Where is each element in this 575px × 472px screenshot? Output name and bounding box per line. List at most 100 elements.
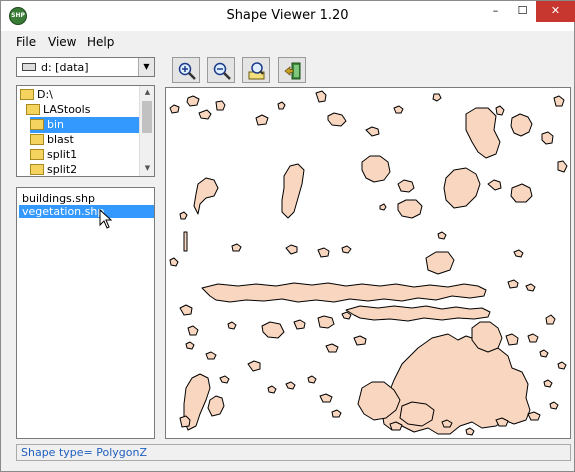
polygon-shape xyxy=(255,114,269,126)
polygon-shape xyxy=(179,304,193,316)
tree-item-lastools[interactable]: LAStools xyxy=(26,102,90,118)
polygon-shape xyxy=(227,321,237,330)
tree-item-label: LAStools xyxy=(43,103,91,116)
tree-scrollbar[interactable]: ▲ ▼ xyxy=(139,86,154,176)
polygon-shape xyxy=(205,351,217,360)
polygon-shape xyxy=(365,126,380,137)
polygon-shape xyxy=(307,375,317,384)
tree-item-label: split2 xyxy=(47,163,78,176)
polygon-shape xyxy=(505,333,519,346)
zoom-in-button[interactable] xyxy=(172,57,200,83)
polygon-shape xyxy=(277,101,286,110)
polygon-shape xyxy=(361,155,391,183)
tree-item-label: split1 xyxy=(47,148,78,161)
polygon-shape xyxy=(345,305,491,322)
polygon-shape xyxy=(432,93,442,102)
file-list[interactable]: buildings.shp vegetation.shp xyxy=(16,187,155,439)
minimize-button[interactable]: – xyxy=(482,1,509,22)
status-bar: Shape type= PolygonZ xyxy=(16,444,571,461)
polygon-shape xyxy=(341,311,352,320)
polygon-shape xyxy=(317,247,330,258)
polygon-shape xyxy=(293,319,306,330)
polygon-shape xyxy=(341,245,352,254)
polygon-map-canvas[interactable] xyxy=(166,88,570,438)
scrollbar-thumb[interactable] xyxy=(142,101,152,133)
tree-item-label: bin xyxy=(47,118,65,131)
folder-icon xyxy=(30,148,44,160)
polygon-shape xyxy=(193,177,219,215)
tree-item-split1[interactable]: split1 xyxy=(30,147,77,163)
polygon-shape xyxy=(397,199,423,219)
polygon-shape xyxy=(510,183,533,203)
maximize-button[interactable]: ☐ xyxy=(509,1,536,22)
scroll-up-icon[interactable]: ▲ xyxy=(140,88,154,96)
map-zoom-icon xyxy=(248,62,265,80)
polygon-shape xyxy=(425,251,455,275)
zoom-extent-button[interactable] xyxy=(242,57,270,83)
file-item-vegetation[interactable]: vegetation.shp xyxy=(19,205,154,218)
polygon-shape xyxy=(169,104,180,114)
scroll-down-icon[interactable]: ▼ xyxy=(140,164,154,172)
tree-item-label: blast xyxy=(47,133,74,146)
polygon-shape xyxy=(353,335,367,346)
menu-file[interactable]: File xyxy=(16,35,36,49)
polygon-shape xyxy=(510,113,533,137)
polygon-shape xyxy=(315,90,327,103)
drive-icon xyxy=(22,63,36,71)
polygon-shape xyxy=(261,321,285,339)
menu-bar: File View Help xyxy=(1,31,574,52)
folder-tree[interactable]: D:\ LAStools bin blast split1 split2 ▲ ▼ xyxy=(16,85,155,177)
folder-open-icon xyxy=(20,88,34,100)
polygon-shape xyxy=(465,427,475,436)
title-bar[interactable]: SHP Shape Viewer 1.20 – ☐ ✕ xyxy=(1,1,575,31)
magnifier-minus-icon xyxy=(213,62,231,80)
menu-help[interactable]: Help xyxy=(87,35,114,49)
polygon-shape xyxy=(187,325,199,336)
polygon-shape xyxy=(539,349,549,358)
drive-select[interactable]: d: [data] ▼ xyxy=(16,57,155,77)
polygon-shape xyxy=(379,203,387,211)
polygon-shape xyxy=(325,343,339,353)
polygon-shape xyxy=(319,393,333,403)
magnifier-plus-icon xyxy=(178,62,196,80)
polygon-shape xyxy=(231,243,242,252)
polygon-shape xyxy=(557,160,568,173)
polygon-shape xyxy=(465,107,501,159)
zoom-out-button[interactable] xyxy=(207,57,235,83)
close-button[interactable]: ✕ xyxy=(536,1,575,22)
folder-icon xyxy=(30,133,44,145)
polygon-shape xyxy=(397,179,415,193)
polygon-shape xyxy=(285,244,298,255)
polygon-shape xyxy=(553,95,565,107)
menu-view[interactable]: View xyxy=(48,35,76,49)
polygon-shape xyxy=(513,249,524,258)
tree-item-bin[interactable]: bin xyxy=(30,117,140,133)
tree-item-split2[interactable]: split2 xyxy=(30,162,78,176)
exit-button[interactable] xyxy=(278,57,306,83)
polygon-shape xyxy=(487,179,502,191)
polygon-shape xyxy=(215,100,226,111)
folder-icon xyxy=(30,163,44,175)
polygon-shape xyxy=(198,109,212,120)
polygon-shape xyxy=(545,314,556,325)
polygon-shape xyxy=(331,409,342,418)
tree-item-blast[interactable]: blast xyxy=(30,132,74,148)
polygon-shape xyxy=(219,375,230,384)
polygon-shape xyxy=(525,283,536,292)
polygon-shape xyxy=(495,105,505,116)
polygon-shape xyxy=(185,341,195,350)
chevron-down-icon[interactable]: ▼ xyxy=(138,58,154,76)
polygon-shape xyxy=(507,279,519,289)
polygon-shape xyxy=(393,105,404,114)
polygon-shape xyxy=(207,395,225,417)
polygon-shape xyxy=(247,360,261,372)
polygon-shape xyxy=(169,257,179,267)
polygon-shape xyxy=(549,401,559,410)
map-view[interactable] xyxy=(165,87,571,439)
folder-open-icon xyxy=(26,103,40,115)
file-item-buildings[interactable]: buildings.shp xyxy=(19,192,154,205)
polygon-shape xyxy=(557,361,567,370)
polygon-shape xyxy=(543,379,553,388)
tree-item-d-root[interactable]: D:\ xyxy=(20,87,53,103)
drive-selected-value: d: [data] xyxy=(41,61,89,74)
